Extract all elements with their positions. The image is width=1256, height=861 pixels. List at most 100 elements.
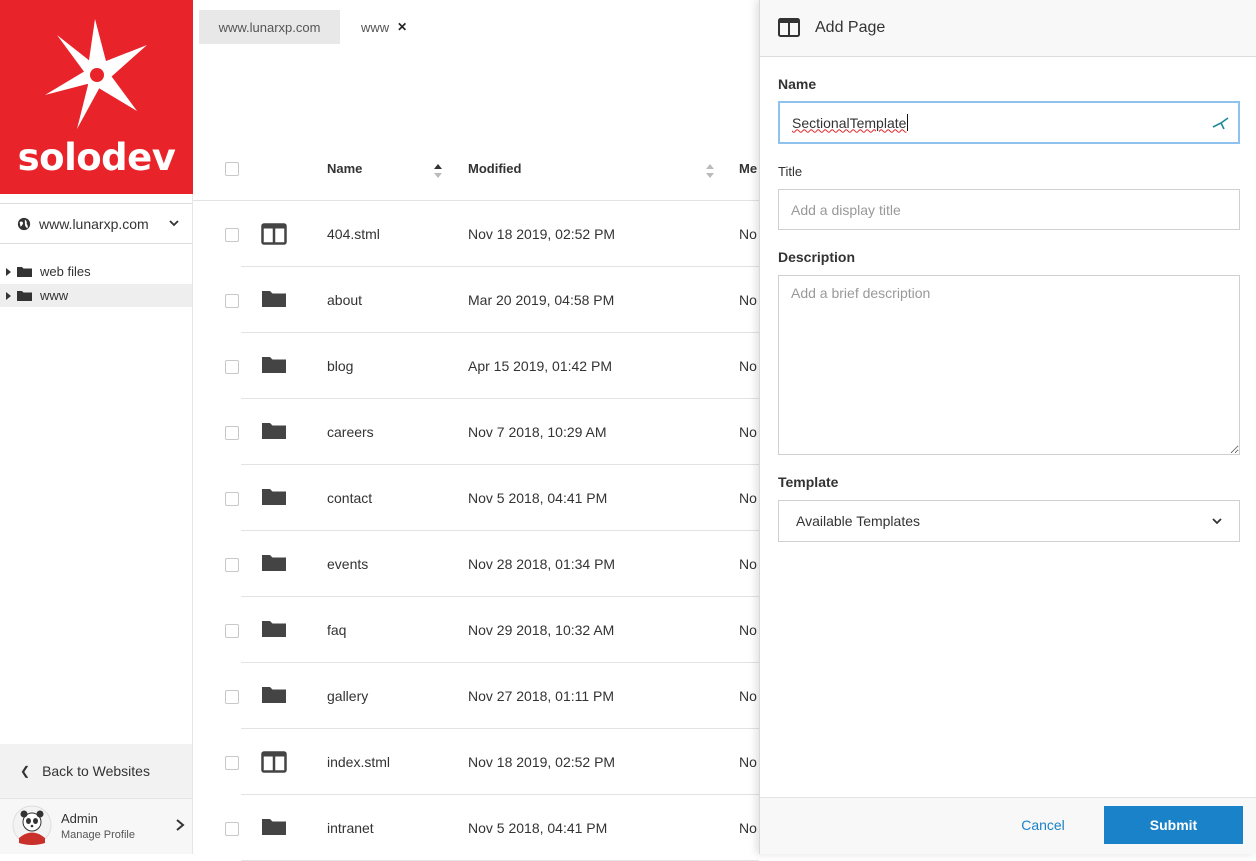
table-row[interactable]: contact Nov 5 2018, 04:41 PM No — [193, 465, 759, 531]
row-meta: No — [739, 556, 757, 572]
row-name[interactable]: events — [327, 556, 368, 572]
website-selector[interactable]: www.lunarxp.com — [0, 203, 192, 244]
tab-label: www — [361, 19, 390, 35]
close-tab-icon[interactable]: ✕ — [397, 20, 407, 34]
folder-icon — [261, 553, 287, 577]
sort-icon[interactable] — [705, 162, 715, 180]
table-row[interactable]: 404.stml Nov 18 2019, 02:52 PM No — [193, 201, 759, 267]
row-checkbox[interactable] — [225, 294, 239, 308]
row-modified: Nov 18 2019, 02:52 PM — [468, 226, 616, 242]
table-row[interactable]: about Mar 20 2019, 04:58 PM No — [193, 267, 759, 333]
column-header-name[interactable]: Name — [327, 161, 362, 176]
description-textarea[interactable] — [778, 275, 1240, 455]
cancel-button[interactable]: Cancel — [1003, 806, 1083, 844]
row-checkbox[interactable] — [225, 822, 239, 836]
chevron-down-icon — [169, 220, 179, 227]
row-checkbox[interactable] — [225, 360, 239, 374]
panel-header: Add Page — [760, 0, 1256, 57]
name-field[interactable]: SectionalTemplate — [778, 101, 1240, 144]
chevron-right-icon — [176, 819, 185, 831]
folder-icon — [17, 267, 32, 277]
add-page-panel: Add Page Name SectionalTemplate Title Ad… — [759, 0, 1256, 854]
description-label: Description — [778, 249, 856, 265]
tab-label: www.lunarxp.com — [218, 19, 321, 35]
row-modified: Mar 20 2019, 04:58 PM — [468, 292, 615, 308]
folder-icon — [261, 421, 287, 445]
row-checkbox[interactable] — [225, 558, 239, 572]
row-modified: Apr 15 2019, 01:42 PM — [468, 358, 612, 374]
template-label: Template — [778, 474, 839, 490]
row-meta: No — [739, 424, 757, 440]
avatar — [12, 805, 52, 845]
autofill-pen-icon[interactable] — [1212, 115, 1230, 131]
row-modified: Nov 28 2018, 01:34 PM — [468, 556, 616, 572]
expand-caret-icon[interactable] — [6, 291, 11, 300]
file-table-header: Name Modified Me — [193, 146, 759, 201]
profile-menu[interactable]: Admin Manage Profile — [0, 798, 192, 854]
row-checkbox[interactable] — [225, 426, 239, 440]
table-row[interactable]: careers Nov 7 2018, 10:29 AM No — [193, 399, 759, 465]
table-row[interactable]: intranet Nov 5 2018, 04:41 PM No — [193, 795, 759, 861]
expand-caret-icon[interactable] — [6, 267, 11, 276]
page-template-icon — [778, 18, 800, 37]
table-row[interactable]: gallery Nov 27 2018, 01:11 PM No — [193, 663, 759, 729]
row-checkbox[interactable] — [225, 228, 239, 242]
column-header-modified[interactable]: Modified — [468, 161, 521, 176]
row-name[interactable]: careers — [327, 424, 374, 440]
row-checkbox[interactable] — [225, 624, 239, 638]
folder-icon — [261, 685, 287, 709]
template-select[interactable]: Available Templates — [778, 500, 1240, 542]
manage-profile-link[interactable]: Manage Profile — [61, 829, 135, 841]
globe-icon — [17, 217, 31, 230]
column-header-meta[interactable]: Me — [739, 161, 757, 176]
row-name[interactable]: gallery — [327, 688, 368, 704]
folder-icon — [261, 487, 287, 511]
row-name[interactable]: blog — [327, 358, 353, 374]
chevron-down-icon — [1212, 518, 1222, 525]
template-select-value: Available Templates — [796, 513, 921, 529]
text-cursor — [907, 114, 909, 131]
row-name[interactable]: 404.stml — [327, 226, 380, 242]
panel-footer: Cancel Submit — [760, 797, 1256, 854]
row-meta: No — [739, 358, 757, 374]
row-name[interactable]: about — [327, 292, 362, 308]
tab-lunarxp[interactable]: www.lunarxp.com — [199, 10, 340, 44]
title-label: Title — [778, 164, 803, 179]
brand-wordmark: solodev — [17, 136, 176, 179]
row-meta: No — [739, 292, 757, 308]
row-modified: Nov 18 2019, 02:52 PM — [468, 754, 616, 770]
tree-item-label: web files — [40, 264, 91, 279]
solodev-star-logo-icon — [45, 19, 147, 129]
row-meta: No — [739, 688, 757, 704]
row-modified: Nov 5 2018, 04:41 PM — [468, 490, 608, 506]
folder-icon — [261, 619, 287, 643]
row-checkbox[interactable] — [225, 690, 239, 704]
row-modified: Nov 7 2018, 10:29 AM — [468, 424, 607, 440]
row-name[interactable]: faq — [327, 622, 346, 638]
sort-ascending-icon[interactable] — [433, 162, 443, 180]
folder-icon — [17, 291, 32, 301]
row-name[interactable]: contact — [327, 490, 372, 506]
row-checkbox[interactable] — [225, 492, 239, 506]
table-row[interactable]: events Nov 28 2018, 01:34 PM No — [193, 531, 759, 597]
folder-icon — [261, 817, 287, 841]
tree-item-www[interactable]: www — [0, 284, 192, 307]
row-name[interactable]: intranet — [327, 820, 374, 836]
table-row[interactable]: faq Nov 29 2018, 10:32 AM No — [193, 597, 759, 663]
submit-button[interactable]: Submit — [1104, 806, 1243, 844]
row-checkbox[interactable] — [225, 756, 239, 770]
panel-title: Add Page — [815, 19, 886, 36]
tab-www[interactable]: www ✕ — [340, 10, 409, 44]
table-row[interactable]: index.stml Nov 18 2019, 02:52 PM No — [193, 729, 759, 795]
solodev-logo[interactable]: solodev — [0, 0, 193, 194]
tree-item-web-files[interactable]: web files — [0, 260, 192, 283]
row-modified: Nov 27 2018, 01:11 PM — [468, 688, 615, 704]
back-to-websites-button[interactable]: ❮ Back to Websites — [0, 744, 192, 798]
row-meta: No — [739, 226, 757, 242]
folder-icon — [261, 289, 287, 313]
row-modified: Nov 29 2018, 10:32 AM — [468, 622, 615, 638]
select-all-checkbox[interactable] — [225, 162, 239, 176]
row-name[interactable]: index.stml — [327, 754, 390, 770]
table-row[interactable]: blog Apr 15 2019, 01:42 PM No — [193, 333, 759, 399]
title-field[interactable]: Add a display title — [778, 189, 1240, 230]
